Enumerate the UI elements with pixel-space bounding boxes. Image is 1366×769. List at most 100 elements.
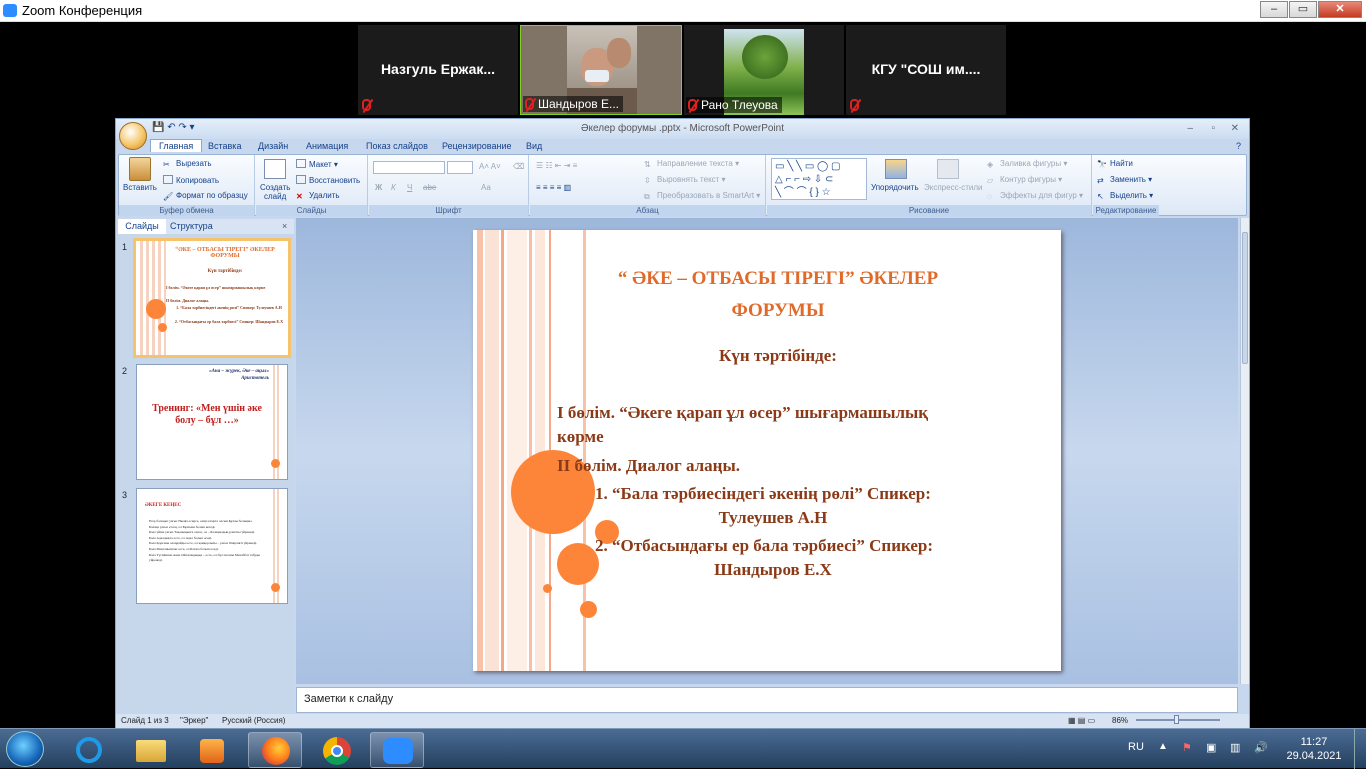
select-button[interactable]: ↖ Выделить ▾	[1097, 191, 1153, 201]
find-button[interactable]: 🔭 Найти	[1097, 159, 1133, 169]
find-label: Найти	[1110, 159, 1133, 168]
tab-view[interactable]: Вид	[526, 141, 542, 151]
delete-label: Удалить	[309, 191, 340, 200]
slide-thumbnail-3[interactable]: ӘКЕГЕ КЕҢЕС Егер балаңыз уағыз Әкеңіз ес…	[136, 488, 288, 604]
tab-slideshow[interactable]: Показ слайдов	[366, 141, 428, 151]
clear-format-button[interactable]: ⌫	[513, 162, 524, 171]
participant-tile-1[interactable]: Назгуль Ержак...	[358, 25, 518, 115]
smartart-button[interactable]: ⧉ Преобразовать в SmartArt ▾	[644, 191, 760, 201]
tab-insert[interactable]: Вставка	[208, 141, 241, 151]
chrome-task[interactable]	[310, 732, 364, 768]
delete-slide-button[interactable]: ✕ Удалить	[296, 191, 340, 201]
device-icon[interactable]: ▣	[1206, 741, 1216, 754]
slides-group-label: Слайды	[256, 205, 367, 216]
smartart-icon: ⧉	[644, 192, 650, 201]
firefox-task[interactable]	[248, 732, 302, 768]
participant-tile-3[interactable]: Рано Тлеуова	[684, 25, 844, 115]
pane-close-icon[interactable]: ×	[282, 219, 287, 234]
ie-task[interactable]	[62, 732, 116, 768]
language-status[interactable]: Русский (Россия)	[222, 716, 285, 725]
bullets-button[interactable]: ☰ ☷ ⇤ ⇥ ≡	[536, 161, 577, 170]
cut-button[interactable]: ✂ Вырезать	[163, 159, 212, 169]
slide-thumbnail-2[interactable]: «Ана – жүрек, Әке – ақыл» Аристотель Тре…	[136, 364, 288, 480]
underline-button[interactable]: Ч	[407, 183, 412, 192]
maximize-button[interactable]: ▭	[1289, 1, 1317, 18]
shape-effects-button[interactable]: ◌ Эффекты для фигур ▾	[987, 191, 1083, 201]
zoom-level[interactable]: 86%	[1112, 716, 1128, 725]
ppt-restore-button[interactable]: ▫	[1211, 119, 1215, 139]
media-player-task[interactable]	[186, 732, 240, 768]
text-direction-button[interactable]: ⇅ Направление текста ▾	[644, 159, 739, 169]
tab-slides[interactable]: Слайды	[118, 219, 166, 234]
taskbar: RU ▲ ⚑ ▣ ▥ 🔊 11:27 29.04.2021	[0, 728, 1366, 769]
clock-time: 11:27	[1300, 736, 1328, 748]
layout-label: Макет	[309, 160, 332, 169]
paste-button[interactable]: Вставить	[123, 183, 157, 192]
action-center-icon[interactable]: ⚑	[1182, 741, 1192, 754]
italic-button[interactable]: К	[391, 183, 396, 192]
strike-button[interactable]: abe	[423, 183, 436, 192]
font-group: A˄ A˅ ⌫ Ж К Ч abe Aa Шрифт	[369, 155, 529, 216]
participant-tile-4[interactable]: КГУ "СОШ им....	[846, 25, 1006, 115]
quick-access-toolbar[interactable]: 💾 ↶ ↷ ▾	[152, 122, 195, 133]
cursor-icon: ↖	[1097, 192, 1104, 201]
replace-icon: ⇄	[1097, 176, 1104, 185]
network-icon[interactable]: ▥	[1230, 741, 1240, 754]
bold-button[interactable]: Ж	[375, 183, 382, 192]
help-icon[interactable]: ?	[1236, 141, 1241, 151]
view-buttons[interactable]: ▦ ▤ ▭	[1068, 716, 1095, 725]
editing-group: 🔭 Найти ⇄ Заменить ▾ ↖ Выделить ▾ Редактиро…	[1093, 155, 1163, 216]
layout-button[interactable]: Макет ▾	[296, 159, 338, 169]
reset-button[interactable]: Восстановить	[296, 175, 360, 185]
clock[interactable]: 11:27 29.04.2021	[1282, 735, 1346, 763]
show-desktop-button[interactable]	[1354, 729, 1366, 769]
zoom-task[interactable]	[370, 732, 424, 768]
ppt-minimize-button[interactable]: –	[1187, 119, 1193, 139]
close-button[interactable]: ✕	[1318, 1, 1362, 18]
tab-home[interactable]: Главная	[150, 139, 203, 152]
thumb-quote: «Ана – жүрек, Әке – ақыл»	[209, 369, 269, 374]
delete-icon: ✕	[296, 192, 303, 201]
input-language[interactable]: RU	[1128, 741, 1144, 753]
font-name-select[interactable]	[373, 161, 445, 174]
change-case-button[interactable]: Aa	[481, 183, 491, 192]
new-slide-label-2[interactable]: слайд	[264, 192, 286, 201]
participant-name: Рано Тлеуова	[701, 98, 778, 112]
new-slide-button[interactable]: Создать	[260, 183, 290, 192]
zoom-title-bar: Zoom Конференция – ▭ ✕	[0, 0, 1366, 22]
arrange-button[interactable]: Упорядочить	[871, 183, 919, 192]
start-button[interactable]	[6, 731, 44, 767]
vertical-scrollbar[interactable]	[1240, 218, 1249, 684]
quick-styles-button[interactable]: Экспресс-стили	[924, 183, 983, 192]
scroll-thumb[interactable]	[1242, 232, 1248, 364]
slide-thumbnail-1[interactable]: “ӘКЕ – ОТБАСЫ ТІРЕГІ” ӘКЕЛЕР ФОРУМЫ Күн …	[133, 238, 291, 358]
tab-design[interactable]: Дизайн	[258, 141, 288, 151]
shapes-gallery[interactable]: ▭ ╲ ╲ ▭ ◯ ▢ △ ⌐ ⌐ ⇨ ⇩ ⊂ ╲ ⌒ ⌒ { } ☆	[771, 158, 867, 200]
shape-outline-button[interactable]: ▱ Контур фигуры ▾	[987, 175, 1062, 185]
tab-outline[interactable]: Структура	[170, 219, 213, 234]
tab-review[interactable]: Рецензирование	[442, 141, 512, 151]
font-size-select[interactable]	[447, 161, 473, 174]
ppt-close-button[interactable]: ✕	[1231, 119, 1239, 139]
align-buttons[interactable]: ≡ ≡ ≡ ≡ ▥	[536, 183, 571, 192]
participant-tile-2[interactable]: Шандыров Е...	[520, 25, 682, 115]
format-painter-button[interactable]: 🖌 Формат по образцу	[163, 191, 248, 201]
replace-button[interactable]: ⇄ Заменить ▾	[1097, 175, 1152, 185]
slide-line-2: ІІ бөлім. Диалог алаңы.	[557, 456, 740, 475]
current-slide[interactable]: “ ӘКЕ – ОТБАСЫ ТІРЕГІ” ӘКЕЛЕР ФОРУМЫ Күн…	[473, 230, 1061, 671]
notes-pane[interactable]: Заметки к слайду	[296, 687, 1238, 713]
font-grow-button[interactable]: A˄ A˅	[479, 162, 501, 171]
explorer-task[interactable]	[124, 732, 178, 768]
shape-fill-button[interactable]: ◈ Заливка фигуры ▾	[987, 159, 1067, 169]
copy-button[interactable]: Копировать	[163, 175, 219, 185]
decor-circle	[543, 584, 552, 593]
thumb-number: 3	[122, 490, 128, 500]
volume-icon[interactable]: 🔊	[1254, 741, 1268, 754]
tray-overflow-icon[interactable]: ▲	[1158, 741, 1168, 752]
align-text-button[interactable]: ⇳ Выровнять текст ▾	[644, 175, 726, 185]
tab-animation[interactable]: Анимация	[306, 141, 348, 151]
zoom-slider-thumb[interactable]	[1174, 715, 1179, 724]
muted-mic-icon	[525, 98, 534, 110]
minimize-button[interactable]: –	[1260, 1, 1288, 18]
paragraph-group: ☰ ☷ ⇤ ⇥ ≡ ≡ ≡ ≡ ≡ ▥ ⇅ Направление текста …	[530, 155, 766, 216]
